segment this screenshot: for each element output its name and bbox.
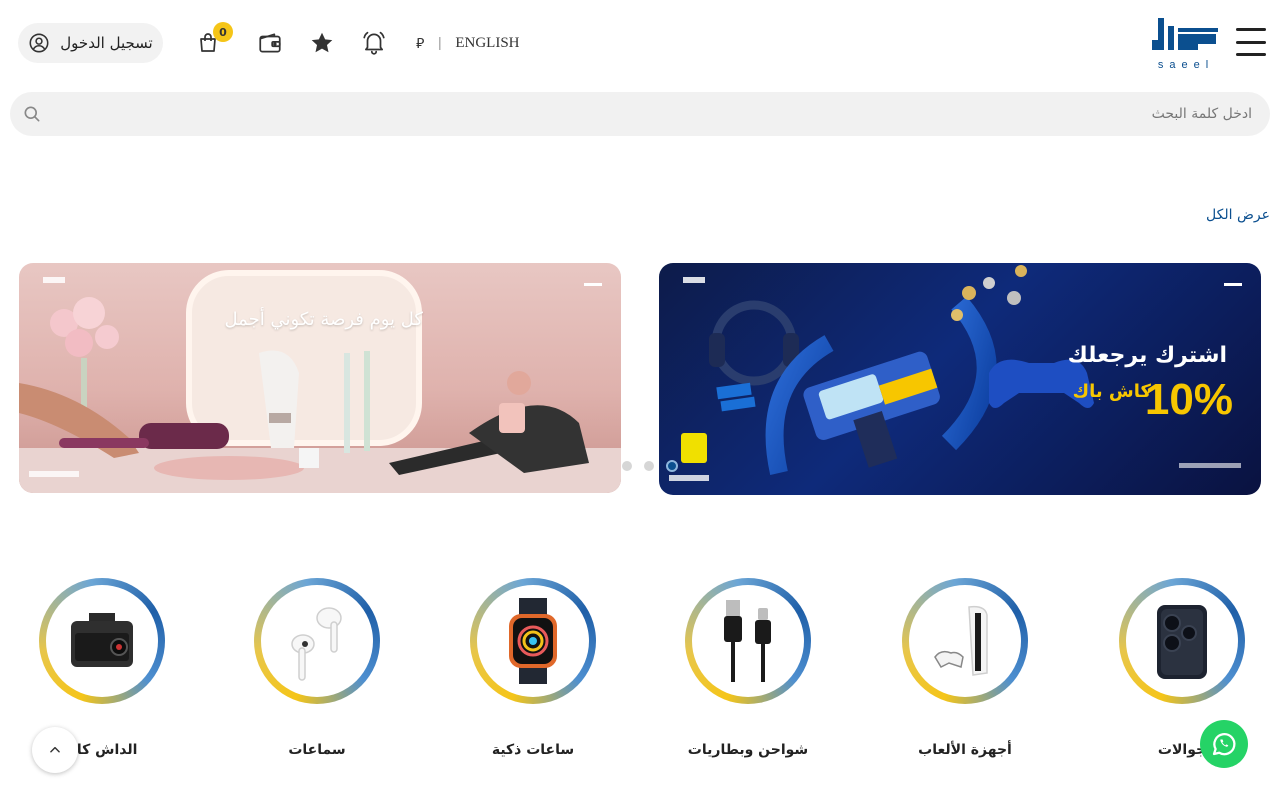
search-icon[interactable] [22,104,42,124]
banner-cashback[interactable]: اشترك يرجعلك 10% كاش باك [659,263,1261,495]
category-label: أجهزة الألعاب [918,742,1012,758]
currency-symbol: ⃁ [416,37,425,52]
saeel-logo[interactable]: saeel [1150,14,1222,72]
view-all-link[interactable]: عرض الكل [1206,207,1270,223]
category-phones[interactable]: جوالات [1112,578,1252,758]
phone-icon [1157,605,1207,679]
category-chargers[interactable]: شواحن وبطاريات [678,578,818,758]
whatsapp-button[interactable] [1200,720,1248,768]
banner-beauty[interactable]: كل يوم فرصة تكوني أجمل [19,263,621,493]
category-ring [902,578,1028,704]
carousel-dot-1[interactable] [622,461,632,471]
category-earbuds[interactable]: سماعات [247,578,387,758]
category-ring [1119,578,1245,704]
banner-cashback-percent: 10% [1144,375,1233,424]
scroll-to-top-button[interactable] [32,727,78,773]
notifications-icon[interactable] [357,26,391,60]
favorites-star-icon[interactable] [305,26,339,60]
category-label: سماعات [288,742,346,758]
banner-cashback-sub: كاش باك [1072,381,1151,402]
menu-icon[interactable] [1236,28,1266,56]
chevron-up-icon [50,746,60,753]
carousel-dot-3[interactable] [666,460,678,472]
cable-icon [724,600,771,682]
category-label: شواحن وبطاريات [687,742,809,758]
category-ring [470,578,596,704]
category-smartwatches[interactable]: ساعات ذكية [463,578,603,758]
banner-cashback-headline: اشترك يرجعلك [1067,343,1227,368]
category-dashcam[interactable]: الداش كام [32,578,172,758]
logo-wordmark: saeel [1158,59,1214,71]
user-icon [29,33,49,53]
category-ring [39,578,165,704]
banner-beauty-headline: كل يوم فرصة تكوني أجمل [224,309,423,330]
wallet-icon[interactable] [253,26,287,60]
smartwatch-icon [509,598,557,684]
earbuds-icon [291,607,342,681]
login-button[interactable]: تسجيل الدخول [18,23,163,63]
beauty-illustration [19,270,621,493]
category-ring [685,578,811,704]
cart-count-badge: 0 [213,22,233,42]
category-consoles[interactable]: أجهزة الألعاب [895,578,1035,758]
search-input[interactable] [72,92,1252,136]
search-bar [10,92,1270,136]
english-link[interactable]: ENGLISH [455,35,519,52]
dashcam-icon [71,613,133,667]
site-header: saeel ⃁ | ENGLISH 0 تسج [0,0,1280,86]
lang-separator: | [438,35,442,51]
carousel-dot-2[interactable] [644,461,654,471]
language-switcher: ⃁ | ENGLISH [416,34,520,53]
category-ring [254,578,380,704]
carousel-dots [622,460,678,472]
login-label: تسجيل الدخول [60,34,153,52]
console-icon [934,605,988,676]
whatsapp-icon [1212,733,1236,756]
category-label: ساعات ذكية [491,742,575,758]
